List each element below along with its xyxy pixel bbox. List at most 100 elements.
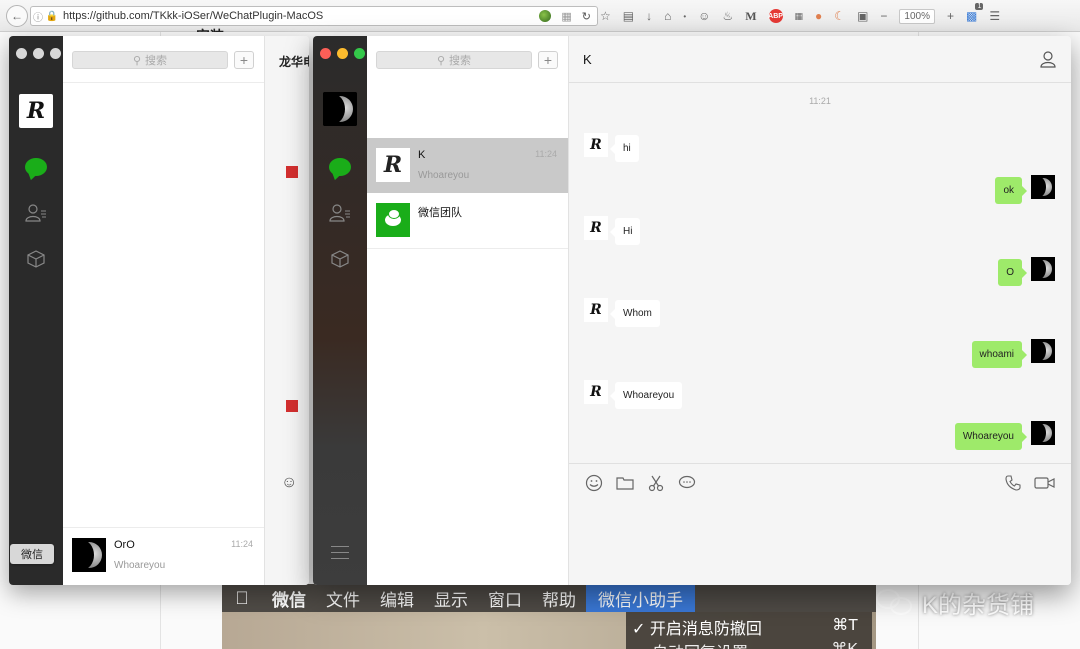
- contacts-icon[interactable]: [329, 202, 351, 224]
- moon-extension-icon[interactable]: ☾: [834, 9, 845, 23]
- home-icon[interactable]: ⌂: [664, 9, 671, 23]
- search-icon: ⚲: [132, 54, 142, 67]
- reload-icon[interactable]: ↻: [582, 10, 591, 23]
- page-heading-partial: 安装: [196, 26, 224, 32]
- menu-wechat-assistant[interactable]: 微信小助手: [586, 583, 695, 613]
- watermark-text: K的杂货铺: [922, 592, 1035, 619]
- list-item[interactable]: OrO Whoareyou 11:24: [63, 528, 264, 583]
- url-text[interactable]: https://github.com/TKkk-iOSer/WeChatPlug…: [63, 10, 539, 22]
- close-button[interactable]: [16, 48, 27, 59]
- avatar[interactable]: R: [19, 94, 53, 128]
- chat-list-pane: ⚲ 搜索 + R K Whoareyou 11:24 微信团队: [367, 36, 569, 585]
- phone-icon[interactable]: [1004, 474, 1022, 492]
- shared-image-thumbnail[interactable]: [286, 400, 298, 412]
- window-controls: [320, 48, 365, 59]
- chats-icon[interactable]: [329, 156, 351, 178]
- qr-code-icon[interactable]: ▦: [561, 10, 571, 23]
- zoom-out-button[interactable]: −: [880, 9, 887, 23]
- reader-icon[interactable]: ▤: [623, 9, 634, 23]
- zoom-button[interactable]: [50, 48, 61, 59]
- avatar[interactable]: R: [584, 380, 608, 404]
- chat-name: 微信团队: [418, 207, 462, 219]
- message-bubble-out[interactable]: whoami: [971, 341, 1028, 368]
- avatar[interactable]: [1031, 421, 1055, 445]
- chat-history-icon[interactable]: [678, 474, 696, 492]
- minimize-button[interactable]: [337, 48, 348, 59]
- add-button[interactable]: +: [538, 51, 558, 69]
- message-bubble-out[interactable]: ok: [995, 177, 1027, 204]
- avatar[interactable]: R: [584, 133, 608, 157]
- menu-icon[interactable]: ☰: [989, 9, 1000, 23]
- message-bubble-in[interactable]: Whom: [610, 300, 660, 327]
- menu-item-anti-recall[interactable]: ✓ 开启消息防撤回 ⌘T: [626, 612, 872, 638]
- close-button[interactable]: [320, 48, 331, 59]
- message-input-area[interactable]: [569, 463, 1071, 585]
- folder-icon[interactable]: [616, 474, 634, 492]
- apple-icon[interactable]: : [222, 588, 262, 609]
- list-item[interactable]: 微信团队: [367, 193, 568, 248]
- notification-badge: 1: [975, 3, 984, 10]
- assistant-dropdown: ✓ 开启消息防撤回 ⌘T 自动回复设置 ⌘K: [626, 612, 872, 649]
- grid-icon[interactable]: ▦: [795, 11, 804, 22]
- shared-image-thumbnail[interactable]: [286, 166, 298, 178]
- menu-file[interactable]: 文件: [316, 586, 370, 611]
- wechat-team-icon: [376, 203, 410, 237]
- message-bubble-in[interactable]: Hi: [609, 218, 641, 245]
- adblock-icon[interactable]: ABP: [768, 9, 783, 23]
- list-item-selected[interactable]: R K Whoareyou 11:24: [367, 138, 568, 193]
- menu-help[interactable]: 帮助: [532, 586, 586, 611]
- chats-icon[interactable]: [25, 156, 47, 178]
- menu-edit[interactable]: 编辑: [370, 586, 424, 611]
- video-call-icon[interactable]: [1034, 474, 1056, 492]
- scissors-icon[interactable]: [647, 474, 665, 492]
- extension-icon[interactable]: [539, 10, 552, 22]
- avatar[interactable]: [323, 92, 357, 126]
- favorites-box-icon[interactable]: [329, 248, 351, 270]
- info-icon[interactable]: ⓘ: [31, 9, 45, 24]
- menu-item-label: 自动回复设置: [652, 639, 748, 649]
- zoom-level[interactable]: 100%: [899, 8, 935, 24]
- notification-icon[interactable]: ▩ 1: [966, 3, 984, 23]
- image-icon[interactable]: ▣: [857, 9, 868, 23]
- menu-wechat[interactable]: 微信: [262, 586, 316, 611]
- avatar[interactable]: R: [584, 298, 608, 322]
- menu-icon[interactable]: [331, 546, 349, 564]
- bookmark-star-icon[interactable]: ☆: [600, 9, 611, 23]
- avatar[interactable]: [1031, 339, 1055, 363]
- chat-preview: Whoareyou: [114, 560, 166, 571]
- menu-item-auto-reply[interactable]: 自动回复设置 ⌘K: [626, 636, 872, 649]
- emoji-extension-icon[interactable]: ☺: [698, 9, 710, 23]
- chat-list-pane: ⚲ 搜索 + OrO Whoareyou 11:24: [63, 36, 265, 585]
- dot-icon: •: [683, 11, 687, 21]
- avatar[interactable]: R: [584, 216, 608, 240]
- circle-extension-icon[interactable]: ●: [815, 9, 822, 23]
- back-button[interactable]: ←: [6, 4, 28, 27]
- avatar[interactable]: [1031, 257, 1055, 281]
- download-icon[interactable]: ↓: [646, 9, 652, 23]
- menu-view[interactable]: 显示: [424, 586, 478, 611]
- avatar[interactable]: [1031, 175, 1055, 199]
- search-input[interactable]: ⚲ 搜索: [376, 51, 532, 69]
- add-button[interactable]: +: [234, 51, 254, 69]
- favorites-box-icon[interactable]: [25, 248, 47, 270]
- message-bubble-in[interactable]: Whoareyou: [609, 382, 683, 409]
- person-icon[interactable]: [1039, 50, 1057, 68]
- menu-window[interactable]: 窗口: [478, 586, 532, 611]
- emoji-icon[interactable]: ☺: [281, 474, 297, 492]
- emoji-icon[interactable]: [585, 474, 603, 492]
- message-bubble-out[interactable]: O: [998, 259, 1027, 286]
- zoom-in-button[interactable]: +: [947, 9, 954, 23]
- contacts-icon[interactable]: [25, 202, 47, 224]
- minimize-button[interactable]: [33, 48, 44, 59]
- zoom-button[interactable]: [354, 48, 365, 59]
- lock-icon: 🔒: [45, 10, 59, 22]
- search-input[interactable]: ⚲ 搜索: [72, 51, 228, 69]
- chat-header: K: [569, 36, 1071, 83]
- avatar: [72, 538, 106, 572]
- url-bar[interactable]: ⓘ 🔒 https://github.com/TKkk-iOSer/WeChat…: [30, 6, 598, 26]
- chat-preview: Whoareyou: [418, 170, 470, 181]
- flame-icon[interactable]: ♨: [722, 9, 733, 23]
- m-extension-icon[interactable]: M: [745, 9, 756, 24]
- message-bubble-out[interactable]: Whoareyou: [954, 423, 1028, 450]
- message-bubble-in[interactable]: hi: [610, 135, 639, 162]
